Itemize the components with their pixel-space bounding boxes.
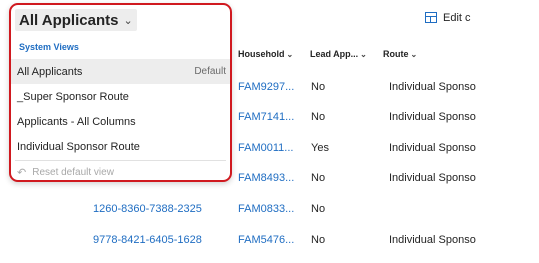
view-option-label: Individual Sponsor Route xyxy=(17,140,140,153)
column-header-household[interactable]: Household ⌄ xyxy=(238,49,293,59)
household-link[interactable]: FAM9297... xyxy=(238,81,294,93)
route-cell: Individual Sponso xyxy=(389,81,476,93)
reset-default-view-button[interactable]: ↶ Reset default view xyxy=(17,166,114,179)
chevron-down-icon: ⌄ xyxy=(360,50,367,59)
chevron-down-icon: ⌄ xyxy=(123,14,133,27)
view-option-label: All Applicants xyxy=(17,65,83,78)
applicant-id-link[interactable]: 1260-8360-7388-2325 xyxy=(93,203,202,215)
reset-label: Reset default view xyxy=(32,167,114,178)
household-link[interactable]: FAM5476... xyxy=(238,234,294,246)
applicant-id-link[interactable]: 9778-8421-6405-1628 xyxy=(93,234,202,246)
reset-icon: ↶ xyxy=(17,167,27,179)
view-title: All Applicants xyxy=(19,11,119,29)
view-option-applicants-all-columns[interactable]: Applicants - All Columns xyxy=(11,109,230,134)
view-option-label: Applicants - All Columns xyxy=(17,115,136,128)
column-label: Route xyxy=(383,49,409,59)
view-option-individual-sponsor-route[interactable]: Individual Sponsor Route xyxy=(11,134,230,159)
chevron-down-icon: ⌄ xyxy=(286,50,294,59)
section-label: System Views xyxy=(19,42,79,52)
household-link[interactable]: FAM0011... xyxy=(238,142,293,154)
edit-columns-icon[interactable] xyxy=(425,12,437,23)
divider xyxy=(15,160,226,161)
household-link[interactable]: FAM8493... xyxy=(238,172,294,184)
chevron-down-icon: ⌄ xyxy=(410,50,418,59)
column-header-lead-applicant[interactable]: Lead App... ⌄ xyxy=(310,49,367,59)
view-option-super-sponsor-route[interactable]: _Super Sponsor Route xyxy=(11,84,230,109)
lead-applicant-cell: No xyxy=(311,111,326,123)
lead-applicant-cell: No xyxy=(311,203,326,215)
default-badge: Default xyxy=(194,66,226,77)
route-cell: Individual Sponso xyxy=(389,111,476,123)
column-label: Household xyxy=(238,49,285,59)
view-option-all-applicants[interactable]: All Applicants Default xyxy=(11,59,230,84)
view-selector-button[interactable]: All Applicants ⌄ xyxy=(15,9,137,31)
column-header-route[interactable]: Route ⌄ xyxy=(383,49,417,59)
household-link[interactable]: FAM7141... xyxy=(238,111,294,123)
route-cell: Individual Sponso xyxy=(389,142,476,154)
view-selector-dropdown: All Applicants ⌄ System Views All Applic… xyxy=(9,3,232,182)
route-cell: Individual Sponso xyxy=(389,172,476,184)
lead-applicant-cell: Yes xyxy=(311,142,329,154)
edit-columns-button[interactable]: Edit c xyxy=(443,12,471,24)
view-option-label: _Super Sponsor Route xyxy=(17,90,129,103)
household-link[interactable]: FAM0833... xyxy=(238,203,294,215)
lead-applicant-cell: No xyxy=(311,234,326,246)
column-label: Lead App... xyxy=(310,49,359,59)
route-cell: Individual Sponso xyxy=(389,234,476,246)
lead-applicant-cell: No xyxy=(311,172,326,184)
lead-applicant-cell: No xyxy=(311,81,326,93)
